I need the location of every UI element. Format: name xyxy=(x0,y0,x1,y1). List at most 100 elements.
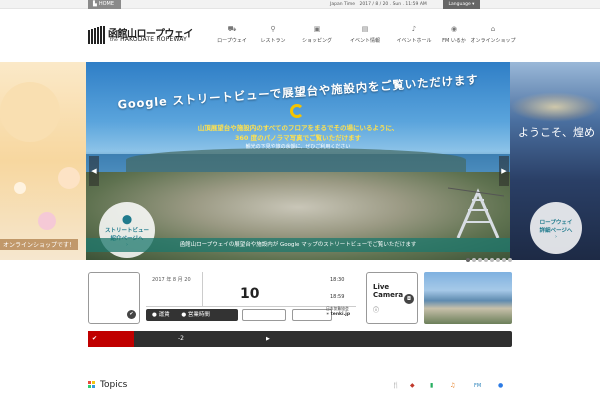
nav-online-shop[interactable]: ⌂ オンラインショップ xyxy=(470,24,516,48)
current-slide[interactable]: Google ストリートビューで展望台や施設内をご覧いただけます 山頂展望台や施… xyxy=(86,62,510,260)
carousel-dot[interactable] xyxy=(502,258,506,262)
carousel-dot[interactable] xyxy=(466,258,470,262)
live-camera-box[interactable]: Live Camera ⓘ ◘ xyxy=(366,272,418,324)
carousel-dot[interactable] xyxy=(472,258,476,262)
news-arrow-icon: ▶ xyxy=(266,336,270,342)
home-link[interactable]: ▙ HOME xyxy=(88,0,122,9)
fare-link[interactable]: ● 運賃 xyxy=(152,309,170,321)
live-line2: Camera xyxy=(373,291,404,299)
global-nav: ⛟ ロープウェイ ⚲ レストラン ▣ ショッピング ▤ イベント情報 ♪ イベントホール … xyxy=(212,24,515,48)
news-bar[interactable]: ✔ -2 ▶ xyxy=(88,331,512,347)
nav-label: FM いるか xyxy=(442,38,466,44)
camera-icon: ◘ xyxy=(404,294,414,304)
ropeway-icon: ⛟ xyxy=(227,25,237,33)
top-bar: ▙ HOME Japan Time 2017 / 8 / 20 . Sun . 1… xyxy=(0,0,600,9)
nav-fm[interactable]: ◉ FM いるか xyxy=(438,24,470,48)
logo-mark-icon xyxy=(88,26,105,44)
topic-filter-fork[interactable]: 🍴 xyxy=(392,382,399,389)
logo-the: the xyxy=(110,38,118,43)
nav-label: イベントホール xyxy=(396,38,432,44)
nav-label: ショッピング xyxy=(301,38,332,44)
carousel-dot[interactable] xyxy=(508,258,512,262)
info-row: ✔ 2017 年 8 月 20 10 18:30 18:59 ● 運賃 ● 営業… xyxy=(88,272,512,324)
fare-label: 運賃 xyxy=(158,312,170,318)
fork-icon: 🍴 xyxy=(392,382,400,389)
nav-label: ロープウェイ xyxy=(217,38,247,44)
slide-subtitle-1: 山頂展望台や施設内のすべてのフロアをまるでその場にいるように、 xyxy=(197,124,399,132)
slide-caption: 函館山ロープウェイの展望台や施設内が Google マップのストリートビューでご… xyxy=(86,238,510,252)
carousel-dot[interactable] xyxy=(490,258,494,262)
thumbs-up-icon: ✔ xyxy=(92,335,98,342)
weather-panel: 2017 年 8 月 20 10 18:30 18:59 ● 運賃 ● 営業時間 xyxy=(146,272,356,324)
news-tag: ✔ xyxy=(88,331,134,347)
weather-date: 2017 年 8 月 20 xyxy=(152,277,191,283)
online-shop-icon: ⌂ xyxy=(490,25,496,33)
info-slot xyxy=(242,309,286,321)
nav-restaurant[interactable]: ⚲ レストラン xyxy=(254,24,292,48)
topic-filter-music[interactable]: ♫ xyxy=(450,382,455,389)
ropeway-detail-link[interactable]: ロープウェイ 詳細ページへ › xyxy=(530,202,582,254)
time-sunset: 18:30 xyxy=(330,277,345,283)
topic-filter-bag[interactable]: ◆ xyxy=(410,382,415,389)
ropeway-tower-icon xyxy=(448,187,504,238)
carousel-dot[interactable] xyxy=(484,258,488,262)
prev-slide-button[interactable]: ◀ xyxy=(89,156,99,186)
restaurant-icon: ⚲ xyxy=(270,25,276,33)
next-slide-preview[interactable]: ようこそ、煌め ロープウェイ 詳細ページへ › xyxy=(510,62,600,260)
nav-event-info[interactable]: ▤ イベント情報 xyxy=(342,24,388,48)
hours-label: 営業時間 xyxy=(187,312,210,318)
topics-header: Topics 🍴 ◆ ▮ ♫ FM ● xyxy=(88,378,512,398)
site-logo[interactable]: 函館山ロープウェイ the HAKODATE ROPEWAY xyxy=(88,24,200,46)
nav-label: レストラン xyxy=(260,38,286,44)
ropeway-detail-line2: 詳細ページへ xyxy=(539,228,573,234)
news-text: -2 xyxy=(178,335,184,342)
fm-icon: ◉ xyxy=(450,25,458,33)
carousel-dots xyxy=(466,256,514,262)
fare-hours-button[interactable]: ● 運賃 ● 営業時間 xyxy=(146,309,238,321)
live-camera-photo[interactable] xyxy=(424,272,512,324)
divider xyxy=(146,306,356,307)
nav-label: オンラインショップ xyxy=(470,38,516,44)
topics-icon xyxy=(88,381,95,388)
weather-day: 10 xyxy=(240,286,260,302)
fm-icon: FM xyxy=(474,383,482,389)
live-camera-title: Live Camera xyxy=(373,283,403,299)
live-line1: Live xyxy=(373,283,390,291)
status-box[interactable]: ✔ xyxy=(88,272,140,324)
event-info-icon: ▤ xyxy=(361,25,369,33)
streetview-line1: ストリートビュー xyxy=(104,228,149,234)
chart-icon: ▮ xyxy=(430,382,434,389)
topic-filter-fm[interactable]: FM xyxy=(474,382,481,389)
topic-filter-speech[interactable]: ● xyxy=(498,382,503,389)
logo-english: the HAKODATE ROPEWAY xyxy=(110,36,187,43)
divider xyxy=(202,272,203,306)
rotate-360-icon xyxy=(290,104,304,118)
decor-circle xyxy=(14,182,26,194)
decor-circle xyxy=(58,167,80,189)
ropeway-detail-line1: ロープウェイ xyxy=(539,220,573,226)
nav-label: イベント情報 xyxy=(349,38,380,44)
tenki-brand: tenki.jp xyxy=(330,312,351,317)
prev-slide-preview[interactable]: オンラインショップです！ xyxy=(0,62,86,260)
nav-shopping[interactable]: ▣ ショッピング xyxy=(294,24,340,48)
home-label: HOME xyxy=(98,1,115,7)
carousel-dot[interactable] xyxy=(496,258,500,262)
slide-subtitle-2: 360 度のパノラマ写真でご覧いただけます xyxy=(234,134,362,142)
next-slide-button[interactable]: ▶ xyxy=(499,156,509,186)
decor-circle xyxy=(0,82,60,142)
hero-carousel: オンラインショップです！ Google ストリートビューで展望台や施設内をご覧い… xyxy=(0,62,600,260)
slide-mountain xyxy=(126,148,466,172)
tenki-credit[interactable]: 日本気象協会 ☀ tenki.jp xyxy=(326,306,358,322)
language-button[interactable]: Language ▾ xyxy=(443,0,480,9)
nav-ropeway[interactable]: ⛟ ロープウェイ xyxy=(212,24,252,48)
topics-title: Topics xyxy=(100,380,128,390)
bag-icon: ◆ xyxy=(410,382,415,389)
hours-link[interactable]: ● 営業時間 xyxy=(181,309,210,321)
nav-event-hall[interactable]: ♪ イベントホール xyxy=(390,24,438,48)
event-hall-icon: ♪ xyxy=(411,25,417,33)
carousel-dot[interactable] xyxy=(478,258,482,262)
night-lights xyxy=(510,92,600,122)
topic-filter-chart[interactable]: ▮ xyxy=(430,382,433,389)
time-close: 18:59 xyxy=(330,294,345,300)
japan-time: Japan Time 2017 / 8 / 20 . Sun . 11:59 A… xyxy=(330,2,427,7)
